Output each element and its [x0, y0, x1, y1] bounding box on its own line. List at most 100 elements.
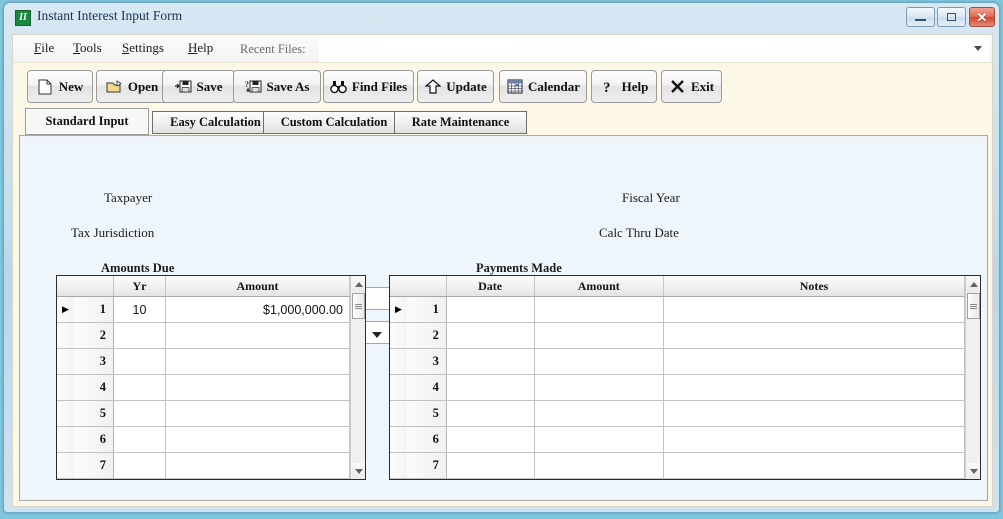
grid-vertical-scrollbar[interactable]: [965, 276, 980, 479]
cell-amount[interactable]: [166, 375, 350, 400]
scroll-up-button[interactable]: [966, 276, 980, 292]
cell-yr[interactable]: 10: [114, 297, 166, 322]
cell-yr[interactable]: [114, 427, 166, 452]
cell-amount[interactable]: [166, 323, 350, 348]
cell-notes[interactable]: [664, 297, 965, 322]
cell-amount[interactable]: [166, 401, 350, 426]
row-number[interactable]: 2: [74, 323, 114, 348]
menu-settings[interactable]: Settings: [117, 40, 169, 59]
cell-date[interactable]: [447, 479, 535, 480]
scroll-down-button[interactable]: [351, 463, 365, 479]
minimize-button[interactable]: [906, 7, 935, 27]
row-number[interactable]: 5: [406, 401, 447, 426]
cell-amount[interactable]: $1,000,000.00: [166, 297, 350, 322]
find-files-button[interactable]: Find Files: [323, 70, 414, 103]
table-row[interactable]: 3: [390, 349, 965, 375]
table-row[interactable]: 2: [390, 323, 965, 349]
table-row[interactable]: 8: [57, 479, 350, 480]
table-row[interactable]: 7: [57, 453, 350, 479]
cell-amount[interactable]: [166, 349, 350, 374]
column-header-date[interactable]: Date: [447, 276, 535, 296]
cell-notes[interactable]: [664, 453, 965, 478]
column-header-amount[interactable]: Amount: [535, 276, 665, 296]
table-row[interactable]: 2: [57, 323, 350, 349]
cell-date[interactable]: [446, 297, 535, 322]
tab-easy-calculation[interactable]: Easy Calculation: [152, 111, 279, 134]
close-button[interactable]: ✕: [969, 7, 995, 27]
cell-yr[interactable]: [114, 479, 166, 480]
column-header-amount[interactable]: Amount: [166, 276, 350, 296]
cell-date[interactable]: [446, 453, 535, 478]
tab-standard-input[interactable]: Standard Input: [25, 108, 149, 135]
scrollbar-thumb[interactable]: [352, 293, 365, 319]
cell-yr[interactable]: [114, 401, 166, 426]
payments-made-grid[interactable]: DateAmountNotes▶12345678: [389, 275, 981, 480]
table-row[interactable]: 4: [390, 375, 965, 401]
cell-amount[interactable]: [534, 323, 665, 348]
table-row[interactable]: 6: [390, 427, 965, 453]
table-row[interactable]: 5: [57, 401, 350, 427]
cell-amount[interactable]: [534, 401, 665, 426]
row-number[interactable]: 4: [74, 375, 114, 400]
cell-amount[interactable]: [534, 453, 665, 478]
row-number[interactable]: 7: [74, 453, 114, 478]
exit-button[interactable]: Exit: [661, 70, 722, 103]
table-row[interactable]: 7: [390, 453, 965, 479]
title-bar[interactable]: II Instant Interest Input Form ✕: [4, 3, 999, 34]
scroll-up-button[interactable]: [351, 276, 365, 292]
column-header-notes[interactable]: Notes: [664, 276, 965, 296]
cell-notes[interactable]: [664, 427, 965, 452]
cell-date[interactable]: [446, 375, 535, 400]
table-row[interactable]: 3: [57, 349, 350, 375]
cell-yr[interactable]: [114, 349, 166, 374]
tab-rate-maintenance[interactable]: Rate Maintenance: [394, 111, 527, 134]
row-number[interactable]: 1: [74, 297, 114, 322]
cell-notes[interactable]: [664, 479, 965, 480]
maximize-button[interactable]: [937, 7, 966, 27]
scrollbar-thumb[interactable]: [967, 293, 980, 319]
cell-notes[interactable]: [664, 349, 965, 374]
tab-custom-calculation[interactable]: Custom Calculation: [263, 111, 405, 134]
menu-file[interactable]: File: [29, 40, 59, 59]
row-number[interactable]: 5: [74, 401, 114, 426]
save-button[interactable]: Save: [162, 70, 235, 103]
new-button[interactable]: New: [27, 70, 93, 103]
row-number[interactable]: 4: [406, 375, 447, 400]
help-button[interactable]: ? Help: [591, 70, 657, 103]
cell-yr[interactable]: [114, 453, 166, 478]
cell-date[interactable]: [446, 349, 535, 374]
cell-amount[interactable]: [534, 427, 665, 452]
cell-amount[interactable]: [166, 453, 350, 478]
save-as-button[interactable]: ? Save As: [233, 70, 321, 103]
cell-date[interactable]: [446, 427, 535, 452]
cell-amount[interactable]: [535, 479, 665, 480]
column-header-select[interactable]: [390, 276, 447, 296]
scroll-down-button[interactable]: [966, 463, 980, 479]
cell-amount[interactable]: [166, 479, 350, 480]
table-row[interactable]: ▶ 1: [390, 297, 965, 323]
column-header-yr[interactable]: Yr: [114, 276, 166, 296]
column-header-select[interactable]: [57, 276, 114, 296]
cell-notes[interactable]: [664, 375, 965, 400]
menu-help[interactable]: Help: [183, 40, 218, 59]
row-number[interactable]: 8: [74, 479, 114, 480]
cell-amount[interactable]: [166, 427, 350, 452]
table-row[interactable]: ▶ 1 10 $1,000,000.00: [57, 297, 350, 323]
row-number[interactable]: 3: [406, 349, 447, 374]
chevron-down-icon[interactable]: [372, 332, 382, 338]
cell-notes[interactable]: [664, 401, 965, 426]
amounts-due-grid[interactable]: YrAmount▶110$1,000,000.002345678: [56, 275, 366, 480]
cell-amount[interactable]: [534, 297, 665, 322]
row-number[interactable]: 6: [406, 427, 447, 452]
recent-files-combo[interactable]: [319, 36, 990, 62]
row-number[interactable]: 7: [406, 453, 447, 478]
cell-amount[interactable]: [534, 349, 665, 374]
table-row[interactable]: 8: [390, 479, 965, 480]
row-number[interactable]: 3: [74, 349, 114, 374]
table-row[interactable]: 4: [57, 375, 350, 401]
row-number[interactable]: 8: [407, 479, 447, 480]
menu-tools[interactable]: Tools: [68, 40, 107, 59]
calendar-button[interactable]: Calendar: [499, 70, 587, 103]
cell-amount[interactable]: [534, 375, 665, 400]
grid-vertical-scrollbar[interactable]: [350, 276, 365, 479]
